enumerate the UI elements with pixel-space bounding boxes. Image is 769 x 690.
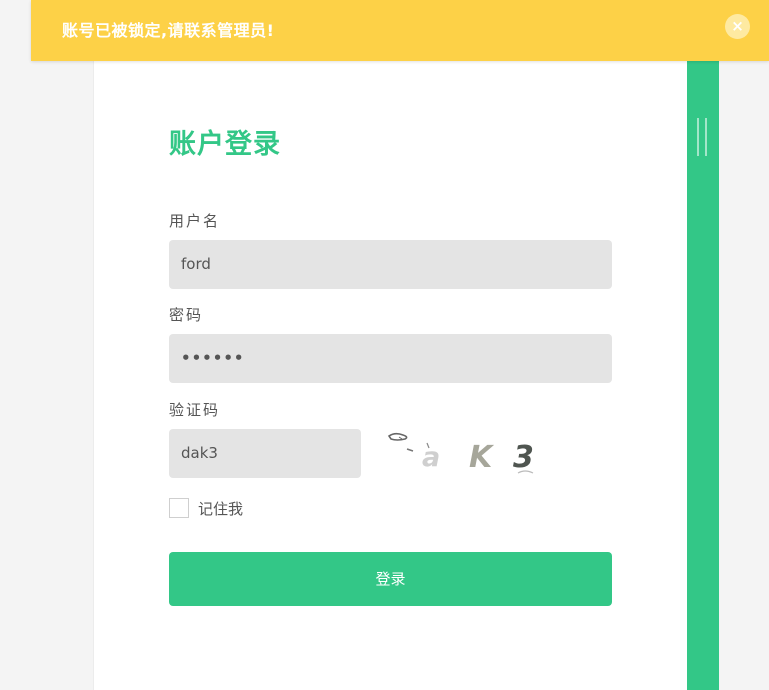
scrollbar-grip	[705, 118, 707, 156]
alert-message: 账号已被锁定,请联系管理员!	[62, 21, 275, 40]
captcha-image[interactable]: a K 3	[385, 429, 547, 478]
scrollbar-grip	[697, 118, 699, 156]
remember-label: 记住我	[198, 499, 244, 518]
captcha-char: K	[469, 440, 495, 475]
login-page: 账号已被锁定,请联系管理员! × 账户登录 用户名 ford 密码 ••••••…	[0, 0, 769, 690]
remember-me[interactable]: 记住我	[169, 497, 243, 519]
alert-banner: 账号已被锁定,请联系管理员! ×	[31, 0, 769, 61]
username-label: 用户名	[169, 212, 221, 230]
username-input[interactable]: ford	[169, 240, 612, 289]
password-label: 密码	[169, 306, 204, 324]
login-button[interactable]: 登录	[169, 552, 612, 606]
remember-checkbox[interactable]	[169, 498, 189, 518]
close-icon[interactable]: ×	[725, 14, 750, 39]
captcha-char: 3	[513, 440, 534, 475]
page-title: 账户登录	[169, 129, 281, 160]
password-input[interactable]: ••••••	[169, 334, 612, 383]
captcha-input[interactable]: dak3	[169, 429, 361, 478]
captcha-char: a	[422, 442, 440, 473]
side-scrollbar[interactable]	[687, 43, 719, 690]
captcha-label: 验证码	[169, 401, 221, 419]
